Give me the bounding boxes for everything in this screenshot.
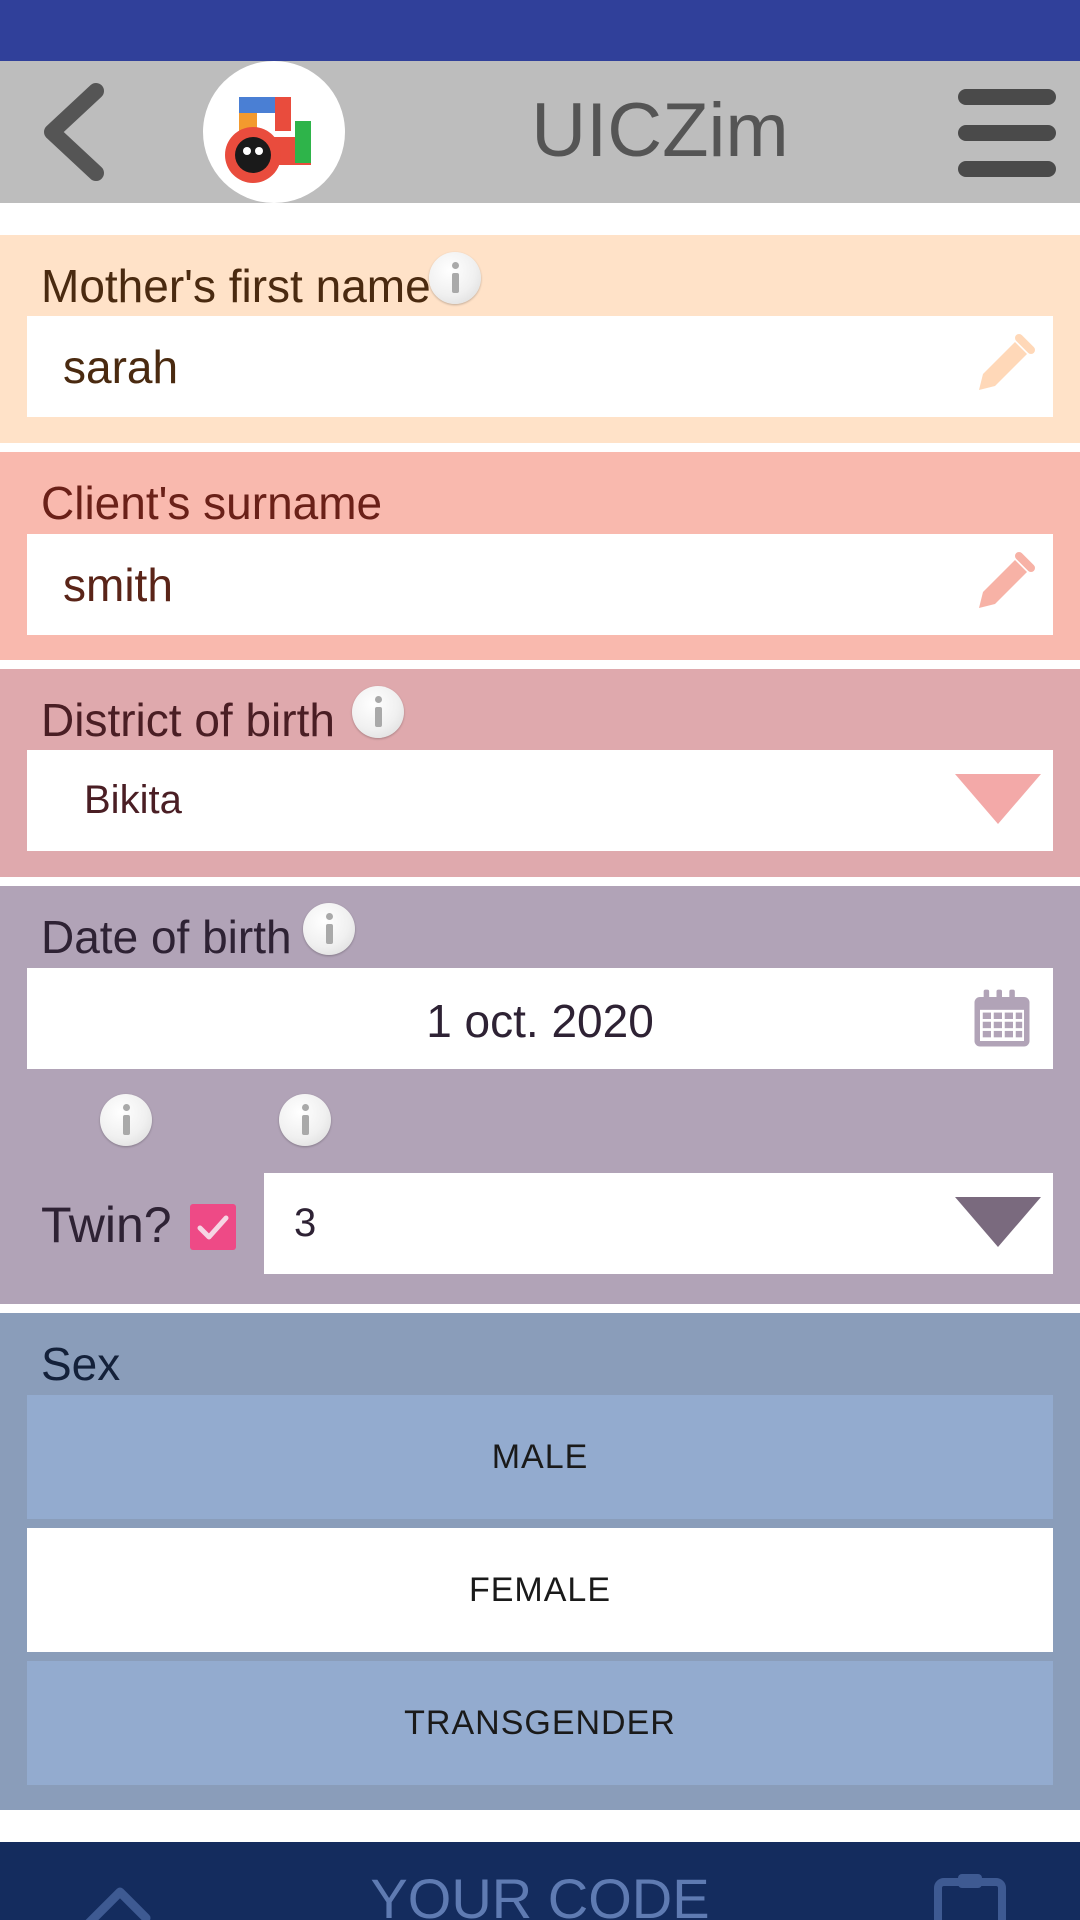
date-of-birth-section: Date of birth 1 oct. 2020 Twin? 3	[0, 886, 1080, 1304]
client-surname-label: Client's surname	[41, 477, 383, 529]
twin-label: Twin?	[41, 1197, 172, 1253]
date-of-birth-value: 1 oct. 2020	[426, 995, 654, 1047]
twin-count-select[interactable]: 3	[264, 1173, 1053, 1274]
twin-checkbox[interactable]	[190, 1204, 236, 1250]
back-button[interactable]	[30, 79, 120, 185]
checkmark-icon	[197, 1215, 229, 1240]
twin-count-value: 3	[294, 1201, 317, 1245]
district-of-birth-section: District of birth Bikita	[0, 669, 1080, 877]
pencil-icon	[979, 334, 1035, 390]
sex-section: Sex MALE FEMALE TRANSGENDER	[0, 1313, 1080, 1810]
sex-option-transgender[interactable]: TRANSGENDER	[27, 1661, 1053, 1785]
info-icon[interactable]	[303, 903, 355, 955]
date-of-birth-field[interactable]: 1 oct. 2020	[27, 968, 1053, 1069]
app-title: UICZim	[531, 88, 789, 173]
client-surname-section: Client's surname smith	[0, 452, 1080, 660]
info-icon[interactable]	[352, 686, 404, 738]
calendar-icon	[974, 989, 1030, 1047]
mother-first-name-field[interactable]: sarah	[27, 316, 1053, 417]
date-of-birth-label: Date of birth	[41, 911, 292, 963]
sex-option-male[interactable]: MALE	[27, 1395, 1053, 1519]
mother-first-name-label: Mother's first name	[41, 260, 431, 312]
app-logo-icon	[225, 97, 311, 183]
client-surname-value: smith	[63, 559, 173, 611]
info-icon[interactable]	[429, 252, 481, 304]
your-code-label[interactable]: YOUR CODE	[0, 1866, 1080, 1920]
chevron-left-icon	[44, 83, 104, 181]
twin-count-info-icon[interactable]	[279, 1094, 331, 1146]
menu-icon	[958, 89, 1056, 105]
bottom-bar: YOUR CODE	[0, 1842, 1080, 1920]
twin-info-icon[interactable]	[100, 1094, 152, 1146]
mother-first-name-section: Mother's first name sarah	[0, 235, 1080, 443]
app-bar: UICZim	[0, 61, 1080, 203]
sex-label: Sex	[41, 1338, 121, 1390]
menu-button[interactable]	[958, 89, 1056, 177]
dropdown-arrow-icon	[955, 774, 1041, 824]
status-bar	[0, 0, 1080, 61]
pencil-icon	[979, 552, 1035, 608]
district-of-birth-label: District of birth	[41, 694, 335, 746]
district-of-birth-select[interactable]: Bikita	[27, 750, 1053, 851]
dropdown-arrow-icon	[955, 1197, 1041, 1247]
clipboard-icon[interactable]	[930, 1868, 1010, 1920]
district-of-birth-value: Bikita	[84, 778, 182, 822]
client-surname-field[interactable]: smith	[27, 534, 1053, 635]
sex-option-female[interactable]: FEMALE	[27, 1528, 1053, 1652]
mother-first-name-value: sarah	[63, 341, 179, 393]
app-logo	[203, 61, 345, 203]
